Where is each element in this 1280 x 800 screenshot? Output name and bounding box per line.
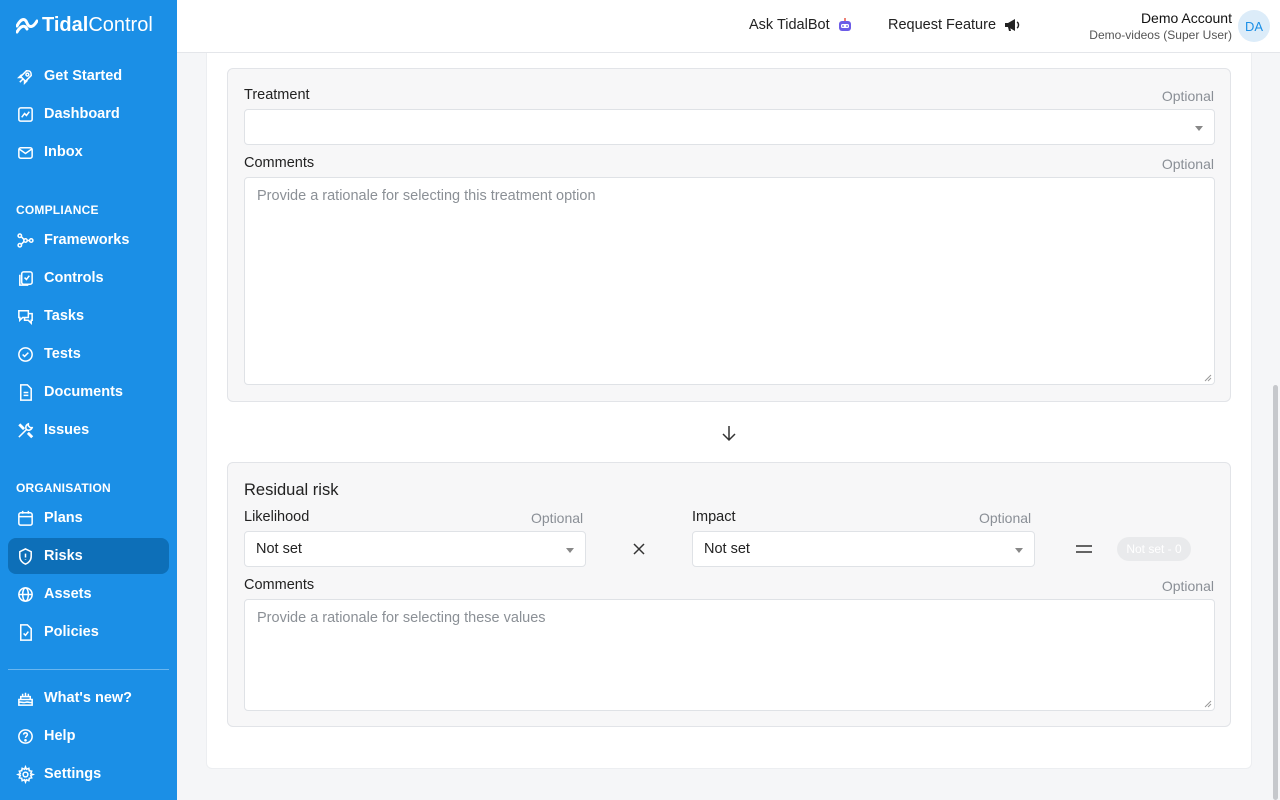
- brand-light: Control: [88, 14, 153, 36]
- user-name: Demo Account: [1140, 10, 1232, 26]
- sidebar-item-label: Documents: [44, 384, 123, 400]
- sidebar-item-frameworks[interactable]: Frameworks: [8, 222, 169, 258]
- arrow-down-icon: [722, 426, 736, 442]
- sidebar-item-label: Tests: [44, 346, 81, 362]
- globe-icon: [18, 586, 33, 602]
- resize-handle-icon[interactable]: [1204, 700, 1212, 708]
- treatment-comments-placeholder: Provide a rationale for selecting this t…: [257, 188, 596, 204]
- megaphone-icon: [1005, 19, 1020, 31]
- likelihood-optional: Optional: [531, 510, 584, 526]
- risk-score-badge: Not set - 0: [1117, 537, 1191, 561]
- likelihood-label: Likelihood: [244, 509, 310, 525]
- mail-icon: [18, 146, 33, 159]
- avatar[interactable]: DA: [1238, 10, 1270, 42]
- help-icon: [18, 728, 33, 744]
- brand-strong: Tidal: [42, 14, 89, 36]
- chart-icon: [18, 106, 33, 122]
- likelihood-select[interactable]: Not set: [244, 531, 586, 567]
- impact-value: Not set: [704, 541, 750, 557]
- sidebar-item-plans[interactable]: Plans: [8, 500, 169, 536]
- resize-handle-icon[interactable]: [1204, 374, 1212, 382]
- impact-optional: Optional: [979, 510, 1032, 526]
- sidebar-item-label: Frameworks: [44, 232, 130, 248]
- sidebar-item-label: Controls: [44, 270, 104, 286]
- sidebar-item-label: What's new?: [44, 690, 133, 706]
- top-header: Ask TidalBot Request Feature Demo Accoun…: [177, 0, 1280, 53]
- residual-risk-title: Residual risk: [244, 481, 339, 499]
- shield-icon: [19, 547, 32, 565]
- treatment-optional: Optional: [1161, 88, 1214, 104]
- section-label-compliance: COMPLIANCE: [16, 203, 99, 217]
- sidebar-item-dashboard[interactable]: Dashboard: [8, 96, 169, 132]
- request-feature-label: Request Feature: [888, 17, 997, 33]
- policy-icon: [19, 623, 32, 641]
- sidebar-item-risks[interactable]: Risks: [8, 538, 169, 574]
- sidebar-item-inbox[interactable]: Inbox: [8, 134, 169, 170]
- residual-comments-optional: Optional: [1161, 578, 1214, 594]
- sidebar-item-label: Get Started: [44, 68, 123, 84]
- chat-icon: [18, 309, 33, 325]
- likelihood-value: Not set: [256, 541, 302, 557]
- sidebar-item-get-started[interactable]: Get Started: [8, 58, 169, 94]
- chevron-down-icon: [566, 548, 574, 553]
- treatment-comments-optional: Optional: [1161, 156, 1214, 172]
- sidebar-item-label: Plans: [44, 510, 83, 526]
- controls-icon: [19, 270, 33, 286]
- sidebar-item-label: Help: [44, 728, 76, 744]
- rocket-icon: [17, 69, 32, 85]
- multiply-icon: [633, 543, 645, 555]
- impact-select[interactable]: Not set: [692, 531, 1035, 567]
- sidebar-item-whats-new[interactable]: What's new?: [8, 680, 169, 716]
- sidebar: TidalControl Get Started Dashboard Inbox…: [0, 0, 177, 800]
- gear-icon: [16, 764, 35, 784]
- sidebar-item-tasks[interactable]: Tasks: [8, 298, 169, 334]
- sidebar-item-label: Issues: [44, 422, 90, 438]
- calendar-icon: [18, 510, 33, 526]
- ask-tidalbot-link[interactable]: Ask TidalBot: [749, 17, 853, 33]
- robot-icon: [838, 18, 851, 31]
- sidebar-item-policies[interactable]: Policies: [8, 614, 169, 650]
- residual-comments-textarea[interactable]: Provide a rationale for selecting these …: [244, 599, 1215, 711]
- sidebar-item-assets[interactable]: Assets: [8, 576, 169, 612]
- sidebar-item-label: Settings: [44, 766, 102, 782]
- ask-tidalbot-label: Ask TidalBot: [749, 17, 830, 33]
- sidebar-item-controls[interactable]: Controls: [8, 260, 169, 296]
- sidebar-item-settings[interactable]: Settings: [8, 756, 169, 792]
- request-feature-link[interactable]: Request Feature: [888, 17, 1021, 33]
- app-logo[interactable]: TidalControl: [16, 14, 153, 37]
- section-label-organisation: ORGANISATION: [16, 481, 111, 495]
- equals-icon: [1076, 545, 1092, 553]
- sidebar-item-help[interactable]: Help: [8, 718, 169, 754]
- sidebar-item-label: Dashboard: [44, 106, 120, 122]
- chevron-down-icon: [1195, 126, 1203, 131]
- user-menu[interactable]: Demo Account Demo-videos (Super User): [1089, 10, 1232, 42]
- treatment-label: Treatment: [244, 87, 310, 103]
- sidebar-item-label: Inbox: [44, 144, 83, 160]
- sidebar-item-label: Risks: [44, 548, 83, 564]
- sidebar-item-label: Assets: [44, 586, 92, 602]
- page-scrollbar[interactable]: [1273, 385, 1278, 800]
- residual-comments-placeholder: Provide a rationale for selecting these …: [257, 610, 546, 626]
- sidebar-divider: [8, 669, 169, 670]
- document-icon: [19, 383, 32, 401]
- treatment-comments-textarea[interactable]: Provide a rationale for selecting this t…: [244, 177, 1215, 385]
- sidebar-item-tests[interactable]: Tests: [8, 336, 169, 372]
- residual-comments-label: Comments: [244, 577, 315, 593]
- sidebar-item-label: Policies: [44, 624, 99, 640]
- cake-icon: [18, 692, 33, 706]
- treatment-comments-label: Comments: [244, 155, 315, 171]
- chevron-down-icon: [1015, 548, 1023, 553]
- user-role: Demo-videos (Super User): [1089, 28, 1232, 42]
- treatment-select[interactable]: [244, 109, 1215, 145]
- check-circle-icon: [18, 346, 33, 362]
- sidebar-item-issues[interactable]: Issues: [8, 412, 169, 448]
- wave-logo-icon: [16, 17, 38, 33]
- sidebar-item-label: Tasks: [44, 308, 85, 324]
- sidebar-item-documents[interactable]: Documents: [8, 374, 169, 410]
- tools-icon: [18, 422, 34, 438]
- impact-label: Impact: [692, 509, 736, 525]
- framework-icon: [17, 232, 34, 248]
